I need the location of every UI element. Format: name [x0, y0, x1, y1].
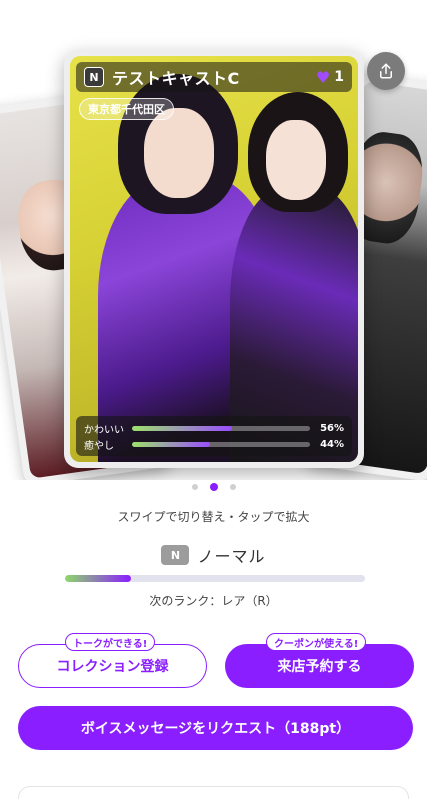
- cast-name: テストキャストC: [112, 69, 240, 88]
- voice-message-request-button[interactable]: ボイスメッセージをリクエスト（188pt）: [18, 706, 413, 750]
- next-rank-text: 次のランク：レア（R）: [149, 594, 278, 608]
- photo-face-right: [266, 120, 326, 200]
- photo-face-left: [144, 108, 214, 198]
- stat-value: 56%: [320, 422, 344, 434]
- stat-label: 癒やし: [84, 440, 114, 452]
- rank-name: ノーマル: [197, 547, 266, 566]
- like-count: 1: [334, 69, 344, 85]
- stat-bar-fill: [132, 425, 232, 431]
- stat-value: 44%: [320, 438, 344, 450]
- cast-photo: N テストキャストC ♥ 1 東京都千代田区 かわいい 56% 癒やし 44%: [70, 56, 358, 462]
- cast-card[interactable]: N テストキャストC ♥ 1 東京都千代田区 かわいい 56% 癒やし 44%: [64, 50, 364, 468]
- pagination-dot[interactable]: [191, 484, 198, 490]
- area-badge: 東京都千代田区: [79, 98, 174, 120]
- stat-bar: [132, 441, 310, 447]
- rarity-badge: N: [84, 67, 104, 87]
- bottom-panel: [18, 786, 409, 799]
- rank-display: N ノーマル: [0, 543, 427, 567]
- stat-row-cute: かわいい 56%: [84, 420, 344, 436]
- heart-icon[interactable]: ♥: [316, 68, 330, 87]
- share-button[interactable]: [367, 52, 405, 90]
- card-carousel[interactable]: N テストキャストC ♥ 1 東京都千代田区 かわいい 56% 癒やし 44%: [0, 0, 427, 480]
- stat-label: かわいい: [84, 424, 124, 436]
- stat-bar: [132, 425, 310, 431]
- swipe-hint: スワイプで切り替え・タップで拡大: [117, 510, 310, 524]
- card-stats: かわいい 56% 癒やし 44%: [76, 416, 352, 456]
- stat-row-healing: 癒やし 44%: [84, 436, 344, 452]
- rank-progress-fill: [65, 575, 131, 582]
- share-icon: [380, 63, 392, 79]
- rank-progress-bar: [65, 575, 365, 582]
- rank-badge: N: [161, 545, 190, 565]
- pagination-dot[interactable]: [229, 484, 236, 490]
- pagination-dot-active[interactable]: [209, 483, 218, 491]
- coupon-available-tag: クーポンが使える!: [266, 633, 367, 651]
- talk-available-tag: トークができる!: [65, 633, 156, 651]
- card-header: N テストキャストC ♥ 1: [76, 62, 352, 92]
- carousel-pagination: [0, 483, 427, 491]
- stat-bar-fill: [132, 441, 211, 447]
